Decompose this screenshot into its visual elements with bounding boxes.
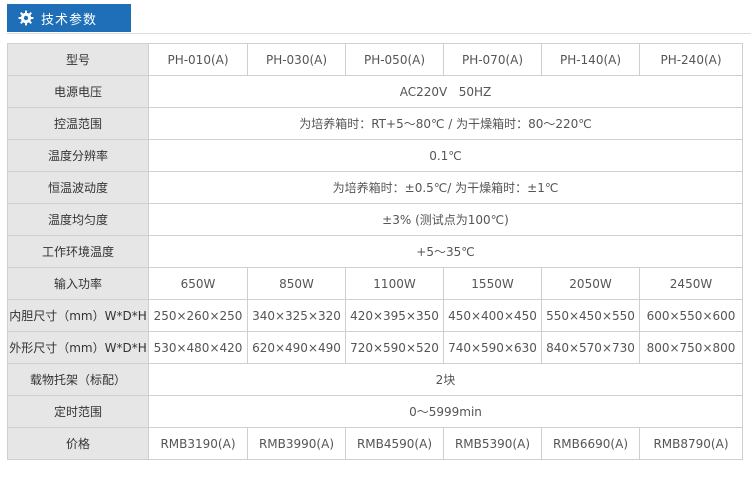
- spec-value: ±3% (测试点为100℃): [148, 203, 743, 236]
- section-header: 技术参数: [7, 4, 131, 32]
- row-label: 控温范围: [7, 107, 149, 140]
- price-cell: RMB8790(A): [639, 427, 743, 460]
- price-cell: RMB5390(A): [443, 427, 542, 460]
- spec-cell: 450×400×450: [443, 299, 542, 332]
- row-temp-range: 控温范围 为培养箱时：RT+5～80℃ / 为干燥箱时：80～220℃: [7, 107, 743, 140]
- row-label: 温度均匀度: [7, 203, 149, 236]
- row-label: 工作环境温度: [7, 235, 149, 268]
- row-label: 价格: [7, 427, 149, 460]
- row-label: 内胆尺寸（mm）W*D*H: [7, 299, 149, 332]
- row-label: 型号: [7, 43, 149, 76]
- spec-cell: 740×590×630: [443, 331, 542, 364]
- spec-cell: 850W: [247, 267, 346, 300]
- spec-value: 2块: [148, 363, 743, 396]
- spec-cell: 530×480×420: [148, 331, 248, 364]
- row-inner-size: 内胆尺寸（mm）W*D*H 250×260×250 340×325×320 42…: [7, 299, 743, 332]
- row-fluctuation: 恒温波动度 为培养箱时：±0.5℃/ 为干燥箱时：±1℃: [7, 171, 743, 204]
- section-title: 技术参数: [41, 12, 98, 28]
- spec-cell: 1100W: [345, 267, 444, 300]
- header-divider: [7, 33, 751, 34]
- spec-cell: 1550W: [443, 267, 542, 300]
- row-label: 输入功率: [7, 267, 149, 300]
- spec-value: 0～5999min: [148, 395, 743, 428]
- model-cell: PH-140(A): [541, 43, 640, 76]
- price-cell: RMB3990(A): [247, 427, 346, 460]
- spec-value: AC220V 50HZ: [148, 75, 743, 108]
- row-label: 恒温波动度: [7, 171, 149, 204]
- spec-value: 0.1℃: [148, 139, 743, 172]
- spec-cell: 620×490×490: [247, 331, 346, 364]
- spec-value: 为培养箱时：±0.5℃/ 为干燥箱时：±1℃: [148, 171, 743, 204]
- spec-cell: 840×570×730: [541, 331, 640, 364]
- row-voltage: 电源电压 AC220V 50HZ: [7, 75, 743, 108]
- model-cell: PH-010(A): [148, 43, 248, 76]
- row-ambient-temp: 工作环境温度 +5～35℃: [7, 235, 743, 268]
- price-cell: RMB6690(A): [541, 427, 640, 460]
- model-cell: PH-030(A): [247, 43, 346, 76]
- row-label: 电源电压: [7, 75, 149, 108]
- gear-icon: [18, 10, 34, 26]
- spec-cell: 340×325×320: [247, 299, 346, 332]
- spec-cell: 800×750×800: [639, 331, 743, 364]
- row-timer: 定时范围 0～5999min: [7, 395, 743, 428]
- spec-cell: 720×590×520: [345, 331, 444, 364]
- row-uniformity: 温度均匀度 ±3% (测试点为100℃): [7, 203, 743, 236]
- row-model: 型号 PH-010(A) PH-030(A) PH-050(A) PH-070(…: [7, 43, 743, 76]
- model-cell: PH-240(A): [639, 43, 743, 76]
- spec-value: +5～35℃: [148, 235, 743, 268]
- spec-cell: 250×260×250: [148, 299, 248, 332]
- row-price: 价格 RMB3190(A) RMB3990(A) RMB4590(A) RMB5…: [7, 427, 743, 460]
- spec-cell: 650W: [148, 267, 248, 300]
- spec-cell: 550×450×550: [541, 299, 640, 332]
- row-resolution: 温度分辨率 0.1℃: [7, 139, 743, 172]
- model-cell: PH-050(A): [345, 43, 444, 76]
- price-cell: RMB4590(A): [345, 427, 444, 460]
- row-label: 定时范围: [7, 395, 149, 428]
- price-cell: RMB3190(A): [148, 427, 248, 460]
- row-label: 温度分辨率: [7, 139, 149, 172]
- row-shelf: 载物托架（标配） 2块: [7, 363, 743, 396]
- spec-cell: 420×395×350: [345, 299, 444, 332]
- spec-cell: 600×550×600: [639, 299, 743, 332]
- row-power: 输入功率 650W 850W 1100W 1550W 2050W 2450W: [7, 267, 743, 300]
- row-label: 外形尺寸（mm）W*D*H: [7, 331, 149, 364]
- spec-value: 为培养箱时：RT+5～80℃ / 为干燥箱时：80～220℃: [148, 107, 743, 140]
- row-label: 载物托架（标配）: [7, 363, 149, 396]
- row-outer-size: 外形尺寸（mm）W*D*H 530×480×420 620×490×490 72…: [7, 331, 743, 364]
- spec-cell: 2050W: [541, 267, 640, 300]
- spec-cell: 2450W: [639, 267, 743, 300]
- spec-table: 型号 PH-010(A) PH-030(A) PH-050(A) PH-070(…: [7, 43, 743, 460]
- model-cell: PH-070(A): [443, 43, 542, 76]
